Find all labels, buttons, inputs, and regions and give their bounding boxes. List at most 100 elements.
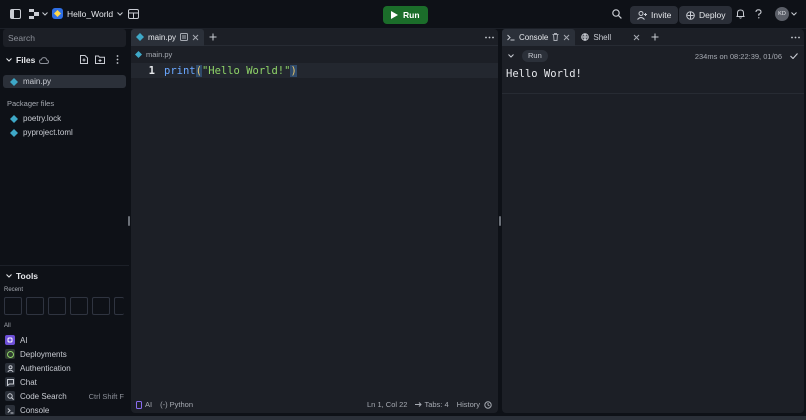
tab-size-indicator[interactable]: Tabs: 4 <box>415 400 449 409</box>
code-paren: ) <box>290 64 297 77</box>
console-pane: Console Shell Run 234ms on 08:22:39, 01/… <box>502 28 804 413</box>
chevron-down-icon <box>117 11 123 16</box>
project-name: Hello_World <box>67 8 114 19</box>
chevron-down-icon <box>42 12 48 16</box>
search-icon[interactable] <box>612 9 622 19</box>
tab-label: main.py <box>148 32 177 42</box>
breadcrumb: main.py <box>131 46 498 63</box>
tool-label: Deployments <box>20 349 67 359</box>
deploy-label: Deploy <box>699 10 726 20</box>
python-file-icon <box>135 51 142 58</box>
file-item-poetry-lock[interactable]: poetry.lock <box>3 112 126 125</box>
tool-item-authentication[interactable]: Authentication <box>0 361 129 375</box>
top-bar: Hello_World Run Invite Deploy KD <box>0 0 806 29</box>
run-entry-badge[interactable]: Run <box>522 50 548 62</box>
project-switcher[interactable]: Hello_World <box>52 8 123 19</box>
replit-logo-icon <box>29 9 39 19</box>
history-button[interactable]: History <box>457 400 492 409</box>
packager-files-title: Packager files <box>7 99 55 108</box>
search-input[interactable]: Search <box>3 29 126 47</box>
recent-slot[interactable] <box>114 297 124 315</box>
chevron-down-icon[interactable] <box>508 54 514 58</box>
breadcrumb-item[interactable]: main.py <box>146 50 172 59</box>
close-icon[interactable] <box>563 34 570 41</box>
tab-label: Shell <box>593 32 612 42</box>
user-icon <box>5 363 15 373</box>
recent-label: Recent <box>4 287 24 293</box>
file-item-pyproject-toml[interactable]: pyproject.toml <box>3 126 126 139</box>
add-tab-icon[interactable] <box>209 33 217 41</box>
run-button[interactable]: Run <box>383 6 428 24</box>
layout-icon[interactable] <box>128 9 139 19</box>
more-options-icon[interactable] <box>485 36 494 39</box>
console-output[interactable]: Hello World! <box>502 64 804 94</box>
invite-button[interactable]: Invite <box>630 6 679 24</box>
recent-slot[interactable] <box>48 297 66 315</box>
tools-section-header[interactable]: Tools <box>6 271 38 281</box>
checkmark-icon <box>790 53 798 59</box>
code-function: print <box>164 64 196 77</box>
tool-item-console[interactable]: Console <box>0 403 129 417</box>
close-icon[interactable] <box>192 34 199 41</box>
tool-item-ai[interactable]: AI <box>0 333 129 347</box>
recent-slot[interactable] <box>70 297 88 315</box>
deploy-button[interactable]: Deploy <box>679 6 733 24</box>
trash-icon[interactable] <box>552 33 559 41</box>
tool-item-code-search[interactable]: Code Search Ctrl Shift F <box>0 389 129 403</box>
language-indicator[interactable]: (-) Python <box>160 400 193 409</box>
play-icon <box>391 11 398 19</box>
tab-shell[interactable]: Shell <box>575 29 646 46</box>
editor-pane: main.py main.py 1 print("Hello World!") … <box>131 28 498 413</box>
avatar: KD <box>775 7 789 21</box>
notifications-bell-icon[interactable] <box>736 9 745 19</box>
terminal-icon <box>507 34 515 40</box>
ai-icon <box>136 400 142 409</box>
help-icon[interactable] <box>754 9 763 19</box>
tool-label: AI <box>20 335 28 345</box>
more-options-icon[interactable] <box>791 36 800 39</box>
recent-slot[interactable] <box>26 297 44 315</box>
cursor-position[interactable]: Ln 1, Col 22 <box>367 400 407 409</box>
sidebar-toggle-icon[interactable] <box>10 9 21 19</box>
more-options-icon[interactable] <box>116 55 119 64</box>
cloud-sync-icon <box>39 56 50 64</box>
chevron-down-icon <box>791 12 797 16</box>
tab-main-py[interactable]: main.py <box>131 28 205 46</box>
split-view-icon[interactable] <box>180 33 189 41</box>
sidebar-resize-handle[interactable] <box>128 216 130 226</box>
tool-item-chat[interactable]: Chat <box>0 375 129 389</box>
logo-menu-button[interactable] <box>29 9 48 19</box>
file-name: main.py <box>23 77 52 86</box>
code-line[interactable]: 1 print("Hello World!") <box>131 63 498 78</box>
file-name: poetry.lock <box>23 114 62 123</box>
tools-title: Tools <box>16 271 39 281</box>
tool-item-deployments[interactable]: Deployments <box>0 347 129 361</box>
recent-slot[interactable] <box>4 297 22 315</box>
python-file-icon <box>10 77 18 86</box>
deployments-icon <box>5 349 15 359</box>
arrow-right-icon <box>415 402 423 407</box>
divider <box>0 265 129 266</box>
close-icon[interactable] <box>633 34 640 41</box>
invite-label: Invite <box>651 10 672 20</box>
recent-slot[interactable] <box>92 297 110 315</box>
file-item-main-py[interactable]: main.py <box>3 75 126 88</box>
account-menu[interactable]: KD <box>775 7 797 21</box>
deploy-icon <box>686 10 695 20</box>
tab-console[interactable]: Console <box>502 28 576 46</box>
code-string: "Hello World!" <box>201 64 291 77</box>
code-search-icon <box>5 391 15 401</box>
console-tab-bar: Console Shell <box>502 28 804 46</box>
python-project-icon <box>52 8 63 19</box>
ai-status[interactable]: AI <box>136 400 152 409</box>
file-name: pyproject.toml <box>23 128 73 137</box>
new-file-icon[interactable] <box>80 55 88 64</box>
chevron-down-icon <box>6 58 12 62</box>
new-folder-icon[interactable] <box>95 55 105 64</box>
tool-label: Authentication <box>20 363 71 373</box>
add-tab-icon[interactable] <box>651 33 659 41</box>
history-label: History <box>456 400 480 409</box>
window-bottom-edge <box>0 416 806 420</box>
pane-resize-handle[interactable] <box>499 216 501 226</box>
files-section-header[interactable]: Files <box>6 55 50 65</box>
